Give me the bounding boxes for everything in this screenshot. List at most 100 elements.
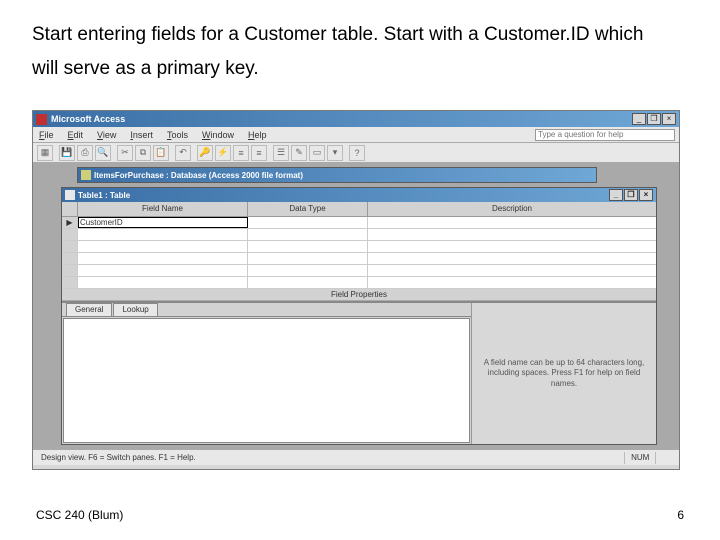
field-name-cell[interactable] <box>78 265 248 276</box>
grid-row[interactable] <box>62 253 656 265</box>
menu-insert[interactable]: Insert <box>130 130 153 140</box>
row-selector[interactable] <box>62 265 78 276</box>
table-close-button[interactable]: × <box>639 189 653 201</box>
database-window-button[interactable]: ▭ <box>309 145 325 161</box>
field-help-text: A field name can be up to 64 characters … <box>480 358 648 389</box>
copy-button[interactable]: ⧉ <box>135 145 151 161</box>
table-window-controls: _ ❐ × <box>608 189 653 201</box>
description-cell[interactable] <box>368 277 656 288</box>
table-restore-button[interactable]: ❐ <box>624 189 638 201</box>
access-key-icon <box>36 114 47 125</box>
data-type-cell[interactable] <box>248 265 368 276</box>
properties-button[interactable]: ☰ <box>273 145 289 161</box>
search-icon: 🔍 <box>97 147 108 158</box>
menu-help[interactable]: Help <box>248 130 267 140</box>
status-bar: Design view. F6 = Switch panes. F1 = Hel… <box>33 449 679 465</box>
col-data-type[interactable]: Data Type <box>248 202 368 216</box>
indexes-button[interactable]: ⚡ <box>215 145 231 161</box>
restore-button[interactable]: ❐ <box>647 113 661 125</box>
description-cell[interactable] <box>368 265 656 276</box>
app-window: Microsoft Access _ ❐ × File Edit View In… <box>32 110 680 470</box>
preview-button[interactable]: 🔍 <box>95 145 111 161</box>
field-name-input[interactable]: CustomerID <box>78 217 248 228</box>
grid-row[interactable] <box>62 229 656 241</box>
row-selector[interactable] <box>62 253 78 264</box>
description-cell[interactable] <box>368 217 656 228</box>
row-selector[interactable] <box>62 277 78 288</box>
cut-icon: ✂ <box>121 147 129 158</box>
properties-body[interactable] <box>63 318 470 443</box>
data-type-cell[interactable] <box>248 229 368 240</box>
insert-row-icon: ≡ <box>238 148 243 158</box>
undo-button[interactable]: ↶ <box>175 145 191 161</box>
data-type-cell[interactable] <box>248 217 368 228</box>
current-row-marker[interactable]: ▶ <box>62 217 78 228</box>
view-button[interactable]: ▦ <box>37 145 53 161</box>
help-search-input[interactable] <box>535 129 675 141</box>
field-name-cell[interactable] <box>78 241 248 252</box>
slide-title: Start entering fields for a Customer tab… <box>32 18 672 86</box>
undo-icon: ↶ <box>179 147 187 158</box>
wand-icon: ✎ <box>295 147 303 158</box>
save-button[interactable]: 💾 <box>59 145 75 161</box>
col-field-name[interactable]: Field Name <box>78 202 248 216</box>
properties-icon: ☰ <box>277 147 285 158</box>
field-properties-help-pane: A field name can be up to 64 characters … <box>472 303 656 444</box>
save-icon: 💾 <box>61 147 72 158</box>
delete-rows-button[interactable]: ≡ <box>251 145 267 161</box>
database-window[interactable]: ItemsForPurchase : Database (Access 2000… <box>77 167 597 183</box>
menu-file[interactable]: File <box>39 130 54 140</box>
description-cell[interactable] <box>368 241 656 252</box>
tab-lookup[interactable]: Lookup <box>113 303 157 316</box>
database-titlebar: ItemsForPurchase : Database (Access 2000… <box>78 168 596 182</box>
field-grid: Field Name Data Type Description ▶ Custo… <box>62 202 656 289</box>
row-selector-header <box>62 202 78 216</box>
field-properties-title: Field Properties <box>62 289 656 301</box>
row-selector[interactable] <box>62 241 78 252</box>
cut-button[interactable]: ✂ <box>117 145 133 161</box>
window-controls: _ ❐ × <box>631 113 676 125</box>
help-search-box <box>535 129 675 141</box>
row-selector[interactable] <box>62 229 78 240</box>
data-type-cell[interactable] <box>248 277 368 288</box>
table-title-text: Table1 : Table <box>78 191 608 200</box>
data-type-cell[interactable] <box>248 241 368 252</box>
menu-view[interactable]: View <box>97 130 116 140</box>
datasheet-icon: ▦ <box>41 147 50 158</box>
minimize-button[interactable]: _ <box>632 113 646 125</box>
table-icon <box>65 190 75 200</box>
help-icon: ? <box>354 148 359 158</box>
field-name-cell[interactable] <box>78 229 248 240</box>
key-icon: 🔑 <box>199 147 210 158</box>
new-icon: ▾ <box>333 147 338 158</box>
grid-header: Field Name Data Type Description <box>62 202 656 217</box>
status-main-text: Design view. F6 = Switch panes. F1 = Hel… <box>37 453 624 462</box>
data-type-cell[interactable] <box>248 253 368 264</box>
insert-rows-button[interactable]: ≡ <box>233 145 249 161</box>
new-object-button[interactable]: ▾ <box>327 145 343 161</box>
mdi-client-area: ItemsForPurchase : Database (Access 2000… <box>33 163 679 449</box>
close-button[interactable]: × <box>662 113 676 125</box>
help-button[interactable]: ? <box>349 145 365 161</box>
grid-row[interactable]: ▶ CustomerID <box>62 217 656 229</box>
description-cell[interactable] <box>368 229 656 240</box>
primary-key-button[interactable]: 🔑 <box>197 145 213 161</box>
database-icon <box>81 170 91 180</box>
print-button[interactable]: ⎙ <box>77 145 93 161</box>
build-button[interactable]: ✎ <box>291 145 307 161</box>
tab-general[interactable]: General <box>66 303 112 316</box>
paste-button[interactable]: 📋 <box>153 145 169 161</box>
col-description[interactable]: Description <box>368 202 656 216</box>
field-name-cell[interactable] <box>78 253 248 264</box>
field-name-cell[interactable] <box>78 277 248 288</box>
menu-edit[interactable]: Edit <box>68 130 84 140</box>
grid-row[interactable] <box>62 277 656 289</box>
status-num: NUM <box>624 452 655 464</box>
grid-row[interactable] <box>62 241 656 253</box>
menu-tools[interactable]: Tools <box>167 130 188 140</box>
grid-row[interactable] <box>62 265 656 277</box>
table-minimize-button[interactable]: _ <box>609 189 623 201</box>
description-cell[interactable] <box>368 253 656 264</box>
toolbar: ▦ 💾 ⎙ 🔍 ✂ ⧉ 📋 ↶ 🔑 ⚡ ≡ ≡ ☰ ✎ ▭ ▾ ? <box>33 143 679 163</box>
menu-window[interactable]: Window <box>202 130 234 140</box>
